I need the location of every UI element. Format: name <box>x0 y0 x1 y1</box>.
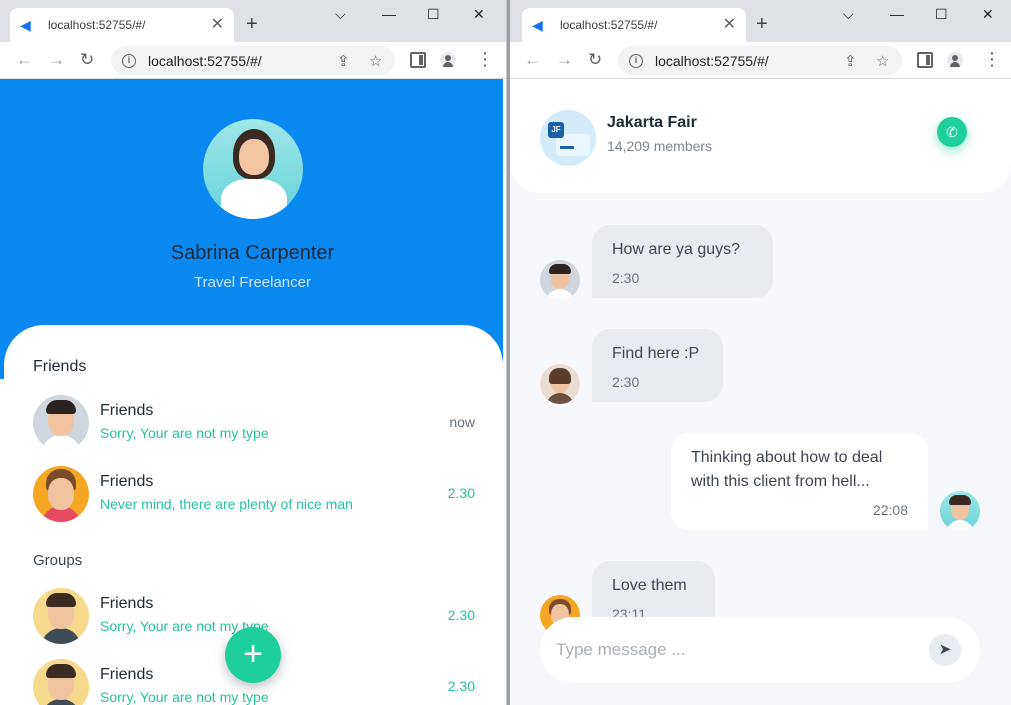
profile-role: Travel Freelancer <box>194 274 311 291</box>
side-panel-icon[interactable] <box>410 52 426 68</box>
message-time: 2:30 <box>612 374 640 390</box>
new-tab-button[interactable]: + <box>246 14 258 34</box>
last-message: Never mind, there are plenty of nice man <box>100 496 353 512</box>
address-bar[interactable]: i localhost:52755/#/ ⇪ ☆ <box>618 46 902 75</box>
share-icon[interactable]: ⇪ <box>844 52 857 70</box>
add-conversation-button[interactable]: + <box>225 627 281 683</box>
message-time: 2:30 <box>612 270 640 286</box>
avatar <box>33 588 89 644</box>
tab-bar: ◀ localhost:52755/#/ ✕ + ⌵ — ☐ ✕ <box>510 0 1011 42</box>
site-info-icon[interactable]: i <box>122 53 136 68</box>
chat-message: Thinking about how to deal with this cli… <box>671 433 928 530</box>
site-info-icon[interactable]: i <box>629 53 643 68</box>
browser-toolbar: ← → ↻ i localhost:52755/#/ ⇪ ☆ ⋮ <box>510 42 1011 79</box>
avatar <box>33 395 89 451</box>
side-panel-icon[interactable] <box>917 52 933 68</box>
back-icon[interactable]: ← <box>524 50 541 70</box>
browser-tab[interactable]: ◀ localhost:52755/#/ ✕ <box>10 8 234 42</box>
browser-window-left: ◀ localhost:52755/#/ ✕ + ⌵ — ☐ ✕ ← → ↻ i… <box>0 0 507 705</box>
friend-row[interactable]: Friends Sorry, Your are not my type now <box>33 395 475 453</box>
back-icon[interactable]: ← <box>16 50 33 70</box>
message-text: How are ya guys? <box>612 241 741 258</box>
profile-icon[interactable] <box>440 52 456 68</box>
message-composer: ➤ <box>540 617 980 683</box>
message-time: now <box>449 414 475 430</box>
forward-icon[interactable]: → <box>556 50 573 70</box>
menu-icon[interactable]: ⋮ <box>983 49 1001 69</box>
contact-name: Friends <box>100 402 154 419</box>
tab-search-icon[interactable]: ⌵ <box>843 6 854 22</box>
avatar <box>540 260 580 300</box>
tab-bar: ◀ localhost:52755/#/ ✕ + ⌵ — ☐ ✕ <box>0 0 506 42</box>
flutter-favicon-icon: ◀ <box>20 17 31 33</box>
message-text: Find here :P <box>612 345 700 362</box>
url-text[interactable]: localhost:52755/#/ <box>655 53 769 69</box>
bookmark-star-icon[interactable]: ☆ <box>876 52 889 70</box>
contact-name: Friends <box>100 595 154 612</box>
close-window-button[interactable]: ✕ <box>982 6 994 22</box>
browser-toolbar: ← → ↻ i localhost:52755/#/ ⇪ ☆ ⋮ <box>0 42 506 79</box>
bookmark-star-icon[interactable]: ☆ <box>369 52 382 70</box>
reload-icon[interactable]: ↻ <box>588 50 602 70</box>
tab-title: localhost:52755/#/ <box>560 18 658 32</box>
group-name: Jakarta Fair <box>607 114 697 131</box>
contact-name: Friends <box>100 666 154 683</box>
minimize-button[interactable]: — <box>382 6 396 22</box>
maximize-button[interactable]: ☐ <box>935 6 948 22</box>
message-text: Love them <box>612 577 687 594</box>
message-time: 2.30 <box>447 678 475 694</box>
minimize-button[interactable]: — <box>890 6 904 22</box>
send-icon[interactable]: ➤ <box>929 634 961 666</box>
tab-title: localhost:52755/#/ <box>48 18 146 32</box>
menu-icon[interactable]: ⋮ <box>476 49 494 69</box>
friends-section-title: Friends <box>33 358 87 375</box>
app-viewport-chat: JF Jakarta Fair 14,209 members ✆ How are… <box>510 79 1011 705</box>
new-tab-button[interactable]: + <box>756 14 768 34</box>
address-bar[interactable]: i localhost:52755/#/ ⇪ ☆ <box>111 46 395 75</box>
group-badge: JF <box>548 122 564 138</box>
share-icon[interactable]: ⇪ <box>337 52 350 70</box>
tab-close-icon[interactable]: ✕ <box>211 17 224 33</box>
tab-search-icon[interactable]: ⌵ <box>335 6 346 22</box>
message-input[interactable] <box>556 637 916 663</box>
profile-avatar[interactable] <box>203 119 303 219</box>
message-time: 22:08 <box>872 502 908 518</box>
profile-name: Sabrina Carpenter <box>170 242 335 264</box>
message-time: 2.30 <box>447 485 475 501</box>
maximize-button[interactable]: ☐ <box>427 6 440 22</box>
chat-message: Find here :P 2:30 <box>592 329 723 402</box>
url-text[interactable]: localhost:52755/#/ <box>148 53 262 69</box>
last-message: Sorry, Your are not my type <box>100 689 269 705</box>
avatar <box>940 491 980 531</box>
avatar <box>540 364 580 404</box>
friend-row[interactable]: Friends Never mind, there are plenty of … <box>33 466 475 524</box>
chat-header: JF Jakarta Fair 14,209 members ✆ <box>510 79 1011 193</box>
groups-section-title: Groups <box>33 552 83 569</box>
tab-close-icon[interactable]: ✕ <box>723 17 736 33</box>
group-avatar[interactable]: JF <box>540 110 596 166</box>
reload-icon[interactable]: ↻ <box>80 50 94 70</box>
message-text: Thinking about how to deal with this cli… <box>691 449 883 490</box>
browser-tab[interactable]: ◀ localhost:52755/#/ ✕ <box>522 8 746 42</box>
contact-name: Friends <box>100 473 154 490</box>
phone-call-button[interactable]: ✆ <box>937 117 967 147</box>
member-count: 14,209 members <box>607 138 713 154</box>
app-viewport-profile: Sabrina Carpenter Travel Freelancer Frie… <box>0 79 506 705</box>
avatar <box>33 466 89 522</box>
close-window-button[interactable]: ✕ <box>473 6 485 22</box>
chat-message: How are ya guys? 2:30 <box>592 225 773 298</box>
message-time: 2.30 <box>447 607 475 623</box>
browser-window-right: ◀ localhost:52755/#/ ✕ + ⌵ — ☐ ✕ ← → ↻ i… <box>510 0 1011 705</box>
avatar <box>33 659 89 705</box>
last-message: Sorry, Your are not my type <box>100 425 269 441</box>
flutter-favicon-icon: ◀ <box>532 17 543 33</box>
forward-icon[interactable]: → <box>48 50 65 70</box>
profile-icon[interactable] <box>947 52 963 68</box>
